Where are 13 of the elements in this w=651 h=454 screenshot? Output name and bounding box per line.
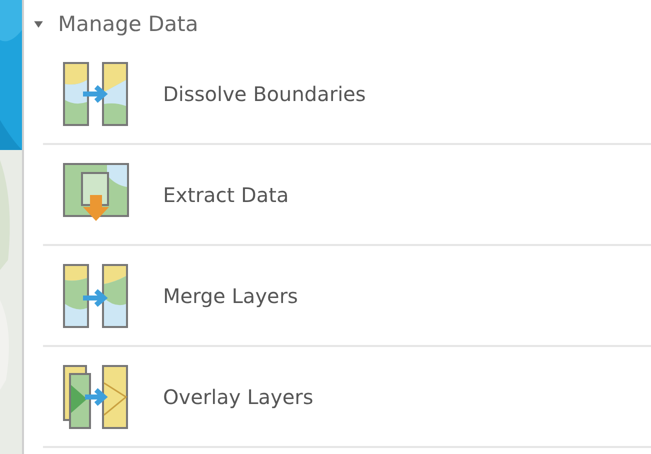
merge-tool-icon [63, 264, 129, 328]
tool-label: Merge Layers [163, 284, 298, 308]
section-header[interactable]: Manage Data [33, 4, 651, 44]
tool-item[interactable]: Overlay Layers [43, 347, 651, 448]
tool-item[interactable]: Extract Data [43, 145, 651, 246]
section-title: Manage Data [58, 12, 198, 36]
overlay-tool-icon [63, 364, 129, 428]
tool-label: Overlay Layers [163, 384, 314, 408]
dissolve-tool-icon [63, 62, 129, 126]
tool-item[interactable]: Merge Layers [43, 246, 651, 347]
tool-label: Dissolve Boundaries [163, 82, 366, 106]
tool-label: Extract Data [163, 182, 289, 206]
tool-item[interactable]: Dissolve Boundaries [43, 44, 651, 145]
